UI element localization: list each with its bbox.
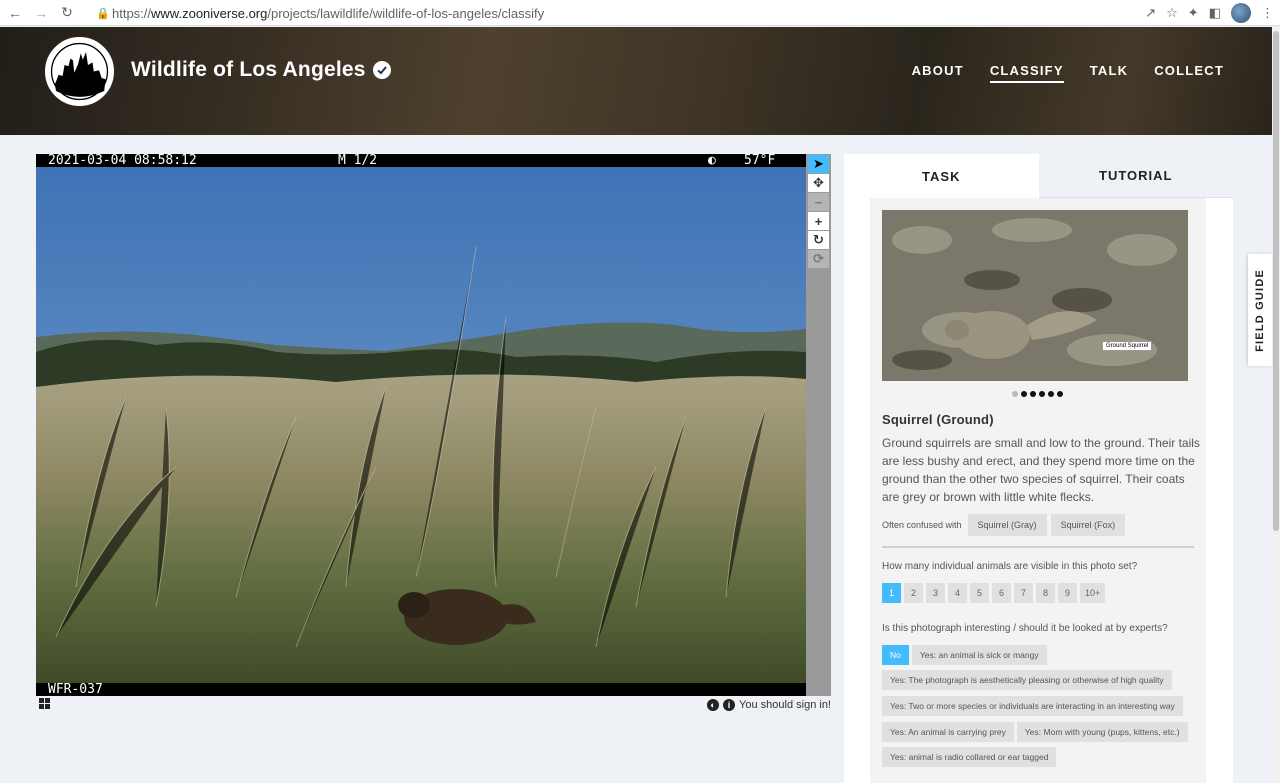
- interesting-row-1: No Yes: an animal is sick or mangy: [882, 645, 1047, 665]
- viewer-footer: ◐ i You should sign in!: [36, 697, 831, 715]
- confused-chip-fox[interactable]: Squirrel (Fox): [1050, 514, 1126, 536]
- answer-sick[interactable]: Yes: an animal is sick or mangy: [911, 645, 1047, 665]
- count-options: 1 2 3 4 5 6 7 8 9 10+: [882, 583, 1106, 603]
- count-option-9[interactable]: 9: [1058, 583, 1077, 603]
- signin-text[interactable]: You should sign in!: [739, 699, 831, 711]
- grid-view-icon[interactable]: [39, 698, 51, 710]
- coyote-logo-icon: [48, 40, 111, 103]
- count-option-10plus[interactable]: 10+: [1080, 583, 1106, 603]
- question-count: How many individual animals are visible …: [882, 561, 1138, 572]
- nav-talk[interactable]: TALK: [1090, 63, 1129, 83]
- moon-phase-icon: ◐: [708, 154, 716, 168]
- species-name: Squirrel (Ground): [882, 412, 994, 427]
- sidebar-icon[interactable]: ◧: [1209, 5, 1221, 21]
- nav-classify[interactable]: CLASSIFY: [989, 63, 1064, 83]
- carousel-dot[interactable]: [1057, 391, 1063, 397]
- answer-aesthetic[interactable]: Yes: The photograph is aesthetically ple…: [882, 670, 1172, 690]
- reset-icon[interactable]: ⟳: [808, 250, 829, 268]
- answer-collared[interactable]: Yes: animal is radio collared or ear tag…: [882, 747, 1057, 767]
- task-panel: TASK TUTORIAL Ground Squirrel Squirrel (…: [844, 154, 1233, 783]
- answer-prey[interactable]: Yes: An animal is carrying prey: [882, 722, 1014, 742]
- page-scrollbar[interactable]: [1272, 27, 1280, 783]
- carousel-dot[interactable]: [1021, 391, 1027, 397]
- carousel-dot[interactable]: [1012, 391, 1018, 397]
- species-tag: Ground Squirrel: [1102, 341, 1153, 351]
- invert-icon[interactable]: ◐: [707, 699, 720, 711]
- camera-info-bar: 2021-03-04 08:58:12 M 1/2 ◐ 57°F: [36, 154, 806, 167]
- answer-young[interactable]: Yes: Mom with young (pups, kittens, etc.…: [1016, 722, 1188, 742]
- count-option-6[interactable]: 6: [992, 583, 1011, 603]
- nav-collect[interactable]: COLLECT: [1154, 63, 1224, 83]
- profile-avatar[interactable]: [1231, 3, 1251, 23]
- project-logo[interactable]: [45, 37, 114, 106]
- field-guide-tab[interactable]: FIELD GUIDE: [1248, 254, 1272, 366]
- share-icon[interactable]: ↗: [1145, 5, 1156, 21]
- interesting-row-5: Yes: animal is radio collared or ear tag…: [882, 747, 1057, 767]
- info-icon[interactable]: i: [723, 699, 736, 711]
- bookmark-star-icon[interactable]: ☆: [1166, 5, 1178, 21]
- carousel-dot[interactable]: [1048, 391, 1054, 397]
- zoom-out-icon[interactable]: −: [808, 193, 829, 211]
- panel-tabs: TASK TUTORIAL: [844, 154, 1233, 198]
- confused-with-row: Often confused with Squirrel (Gray) Squi…: [882, 514, 1126, 536]
- viewer-toolbar: ➤ ✥ − + ↻ ⟳: [806, 154, 831, 696]
- forward-icon[interactable]: →: [30, 2, 52, 24]
- browser-menu-icon[interactable]: ⋮: [1261, 5, 1274, 21]
- scrollbar-thumb[interactable]: [1273, 31, 1279, 531]
- verified-badge-icon: [373, 61, 391, 79]
- count-option-4[interactable]: 4: [948, 583, 967, 603]
- tab-tutorial[interactable]: TUTORIAL: [1038, 154, 1233, 198]
- camera-id: WFR-037: [48, 682, 103, 696]
- field-guide-label: FIELD GUIDE: [1254, 268, 1266, 352]
- project-title[interactable]: Wildlife of Los Angeles: [131, 58, 366, 82]
- carousel-dot[interactable]: [1039, 391, 1045, 397]
- subject-image[interactable]: 2021-03-04 08:58:12 M 1/2 ◐ 57°F WFR-037: [36, 154, 806, 696]
- camera-timestamp: 2021-03-04 08:58:12: [48, 154, 197, 168]
- field-guide-content: Ground Squirrel Squirrel (Ground) Ground…: [870, 198, 1206, 783]
- count-option-8[interactable]: 8: [1036, 583, 1055, 603]
- camera-frame: M 1/2: [338, 154, 378, 168]
- interesting-row-2: Yes: The photograph is aesthetically ple…: [882, 670, 1172, 690]
- count-option-1[interactable]: 1: [882, 583, 901, 603]
- project-nav: ABOUT CLASSIFY TALK COLLECT: [912, 63, 1224, 83]
- interesting-row-3: Yes: Two or more species or individuals …: [882, 696, 1183, 716]
- url-scheme: https://: [112, 5, 152, 21]
- nav-about[interactable]: ABOUT: [912, 63, 964, 83]
- count-option-2[interactable]: 2: [904, 583, 923, 603]
- url-path: /projects/lawildlife/wildlife-of-los-ang…: [267, 5, 545, 21]
- answer-no[interactable]: No: [882, 645, 909, 665]
- project-header: Wildlife of Los Angeles ABOUT CLASSIFY T…: [0, 27, 1272, 135]
- camera-id-bar: WFR-037: [36, 683, 806, 696]
- browser-toolbar: ← → ↻ 🔒 https://www.zooniverse.org/proje…: [0, 0, 1280, 26]
- pointer-icon[interactable]: ➤: [808, 155, 829, 173]
- back-icon[interactable]: ←: [4, 2, 26, 24]
- answer-interacting[interactable]: Yes: Two or more species or individuals …: [882, 696, 1183, 716]
- divider: [882, 546, 1194, 548]
- extensions-icon[interactable]: ✦: [1188, 5, 1199, 21]
- lock-icon: 🔒: [96, 7, 110, 20]
- camera-temperature: 57°F: [744, 154, 776, 168]
- camera-trap-photo: [36, 167, 806, 683]
- count-option-7[interactable]: 7: [1014, 583, 1033, 603]
- interesting-row-4: Yes: An animal is carrying prey Yes: Mom…: [882, 722, 1188, 742]
- url-host: www.zooniverse.org: [151, 5, 268, 21]
- tab-task[interactable]: TASK: [844, 154, 1039, 198]
- zoom-in-icon[interactable]: +: [808, 212, 829, 230]
- question-interesting: Is this photograph interesting / should …: [882, 623, 1168, 634]
- species-description: Ground squirrels are small and low to th…: [882, 436, 1200, 504]
- rotate-icon[interactable]: ↻: [808, 231, 829, 249]
- confused-label: Often confused with: [882, 520, 962, 530]
- pan-icon[interactable]: ✥: [808, 174, 829, 192]
- count-option-5[interactable]: 5: [970, 583, 989, 603]
- count-option-3[interactable]: 3: [926, 583, 945, 603]
- species-example-image: Ground Squirrel: [882, 210, 1188, 381]
- confused-chip-gray[interactable]: Squirrel (Gray): [967, 514, 1047, 536]
- carousel-dot[interactable]: [1030, 391, 1036, 397]
- image-carousel-dots: [1012, 391, 1063, 397]
- address-bar[interactable]: 🔒 https://www.zooniverse.org/projects/la…: [96, 3, 544, 23]
- signin-notice: ◐ i You should sign in!: [707, 699, 831, 711]
- reload-icon[interactable]: ↻: [56, 2, 78, 24]
